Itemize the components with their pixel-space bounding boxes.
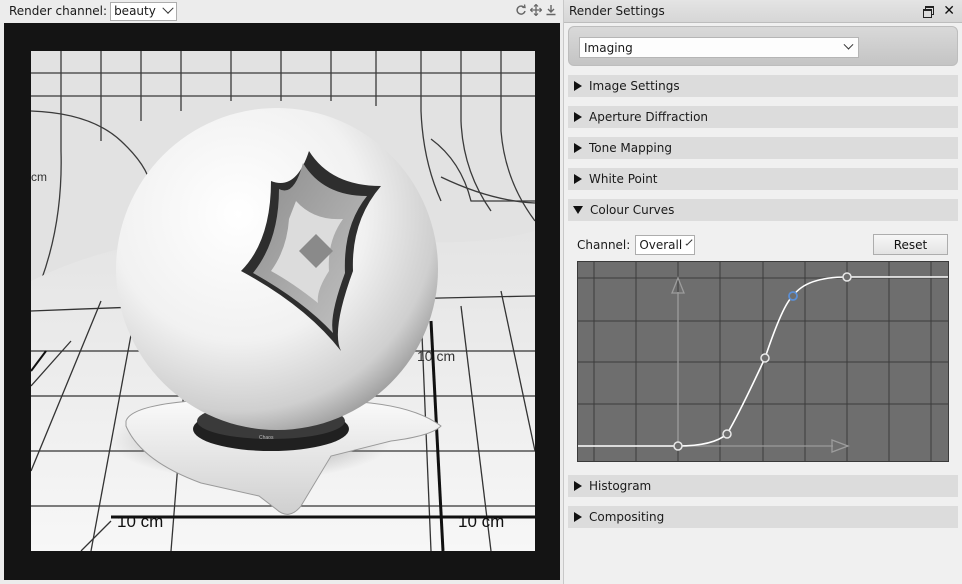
section-label: Aperture Diffraction [589,110,709,124]
expand-arrow-icon [574,481,582,491]
curve-point [760,353,770,363]
curve-point [673,441,683,451]
colour-curve-editor[interactable] [577,261,949,462]
render-settings-panel: Render Settings ✕ Imaging Image Settings… [563,0,962,584]
expand-arrow-icon [574,143,582,153]
mode-dropdown[interactable]: Imaging [579,37,859,58]
section-image-settings[interactable]: Image Settings [568,75,958,97]
section-label: Tone Mapping [589,141,672,155]
section-label: Image Settings [589,79,680,93]
render-toolbar: Render channel: beauty [0,0,562,22]
curve-channel-value: Overall [639,238,683,252]
close-icon[interactable]: ✕ [943,4,955,18]
scale-label-middle-right: 10 cm [417,348,455,364]
mode-dropdown-value: Imaging [584,40,633,55]
section-histogram[interactable]: Histogram [568,475,958,497]
section-colour-curves[interactable]: Colour Curves [568,199,958,221]
render-settings-titlebar: Render Settings ✕ [564,0,962,23]
section-aperture-diffraction[interactable]: Aperture Diffraction [568,106,958,128]
render-image: 10 cm 10 cm 10 cm cm Chaos [31,51,535,551]
expand-arrow-icon [574,112,582,122]
curve-channel-label: Channel: [577,238,631,252]
curve-x-axis-arrow-icon [831,439,850,453]
section-compositing[interactable]: Compositing [568,506,958,528]
chevron-down-icon [843,39,854,50]
section-white-point[interactable]: White Point [568,168,958,190]
chevron-down-icon [685,238,693,246]
collapse-arrow-icon [573,206,583,214]
scale-label-top-left: cm [31,170,47,184]
section-label: Compositing [589,510,665,524]
titlebar-buttons: ✕ [923,4,955,18]
curve-point-selected [788,291,798,301]
scale-label-bottom-right: 10 cm [458,512,504,531]
render-settings-title: Render Settings [569,4,665,18]
section-tone-mapping[interactable]: Tone Mapping [568,137,958,159]
base-logo: Chaos [259,435,274,441]
curve-channel-row: Channel: Overall [577,235,696,255]
render-channel-dropdown[interactable]: beauty [110,1,178,21]
section-label: Colour Curves [590,203,675,217]
expand-arrow-icon [574,174,582,184]
render-viewport[interactable]: 10 cm 10 cm 10 cm cm Chaos [4,23,560,580]
scale-label-bottom-left: 10 cm [117,512,163,531]
fit-icon[interactable] [529,3,543,17]
chevron-down-icon [162,2,174,14]
download-icon[interactable] [545,4,557,16]
expand-arrow-icon [574,512,582,522]
curve-channel-dropdown[interactable]: Overall [635,235,696,255]
expand-arrow-icon [574,81,582,91]
section-label: Histogram [589,479,652,493]
render-toolbar-icons [515,3,557,17]
mode-selector-box: Imaging [568,26,958,66]
section-label: White Point [589,172,658,186]
reset-button[interactable]: Reset [873,234,948,255]
render-panel: Render channel: beauty 10 cm 10 cm 10 cm… [0,0,562,584]
render-channel-value: beauty [114,4,156,18]
restore-window-icon[interactable] [923,6,935,18]
curve-point [842,272,852,282]
curve-point [722,429,732,439]
refresh-icon[interactable] [515,4,527,16]
render-channel-label: Render channel: [9,4,108,18]
